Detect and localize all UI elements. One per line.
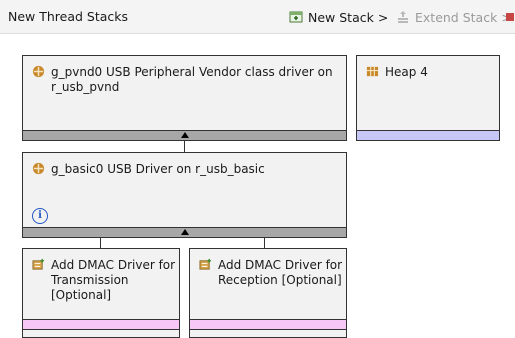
collapse-arrow-icon[interactable]: [180, 132, 189, 138]
new-stack-button[interactable]: New Stack >: [288, 9, 388, 25]
info-icon[interactable]: i: [32, 208, 48, 224]
stack-dmac-tx-line1: Add DMAC Driver for: [51, 258, 176, 272]
add-driver-icon: [199, 258, 212, 271]
stack-dmac-tx-line2: Transmission: [51, 273, 129, 287]
stack-dmac-tx-line3: [Optional]: [51, 288, 112, 302]
stack-heap-footer: [356, 130, 500, 141]
stack-basic-label: g_basic0 USB Driver on r_usb_basic: [51, 162, 265, 176]
stack-basic[interactable]: g_basic0 USB Driver on r_usb_basic i: [22, 152, 347, 238]
stack-dmac-rx[interactable]: Add DMAC Driver for Reception [Optional]: [189, 248, 347, 338]
extend-stack-icon: [395, 9, 411, 25]
panel-title: New Thread Stacks: [8, 9, 129, 24]
stack-pvnd-footer[interactable]: [22, 130, 347, 141]
stack-pvnd[interactable]: g_pvnd0 USB Peripheral Vendor class driv…: [22, 55, 347, 141]
stack-heap[interactable]: Heap 4: [356, 55, 500, 141]
extend-stack-label: Extend Stack >: [415, 9, 512, 25]
more-toolbar-icon-button[interactable]: [505, 9, 515, 25]
stack-pvnd-line1: g_pvnd0 USB Peripheral Vendor class driv…: [51, 65, 333, 79]
connector-line: [184, 141, 185, 152]
stack-dmac-tx-footer: [22, 319, 180, 330]
stack-dmac-rx-line1: Add DMAC Driver for: [218, 258, 343, 272]
stack-dmac-rx-footer: [189, 319, 347, 330]
stack-dmac-tx[interactable]: Add DMAC Driver for Transmission [Option…: [22, 248, 180, 338]
module-icon: [32, 65, 45, 78]
stack-heap-label: Heap 4: [385, 65, 428, 79]
stack-basic-footer[interactable]: [22, 227, 347, 238]
new-stack-label: New Stack >: [308, 9, 389, 25]
module-icon: [32, 162, 45, 175]
stack-pvnd-line2: r_usb_pvnd: [51, 80, 120, 94]
thread-stacks-header: New Thread Stacks New Stack > Extend Sta…: [0, 0, 515, 34]
heap-icon: [366, 65, 379, 78]
collapse-arrow-icon[interactable]: [180, 229, 189, 235]
stack-dmac-rx-line2: Reception [Optional]: [218, 273, 342, 287]
new-stack-icon: [288, 9, 304, 25]
toolbar-more-icon: [505, 9, 515, 25]
extend-stack-button[interactable]: Extend Stack >: [395, 9, 512, 25]
add-driver-icon: [32, 258, 45, 271]
